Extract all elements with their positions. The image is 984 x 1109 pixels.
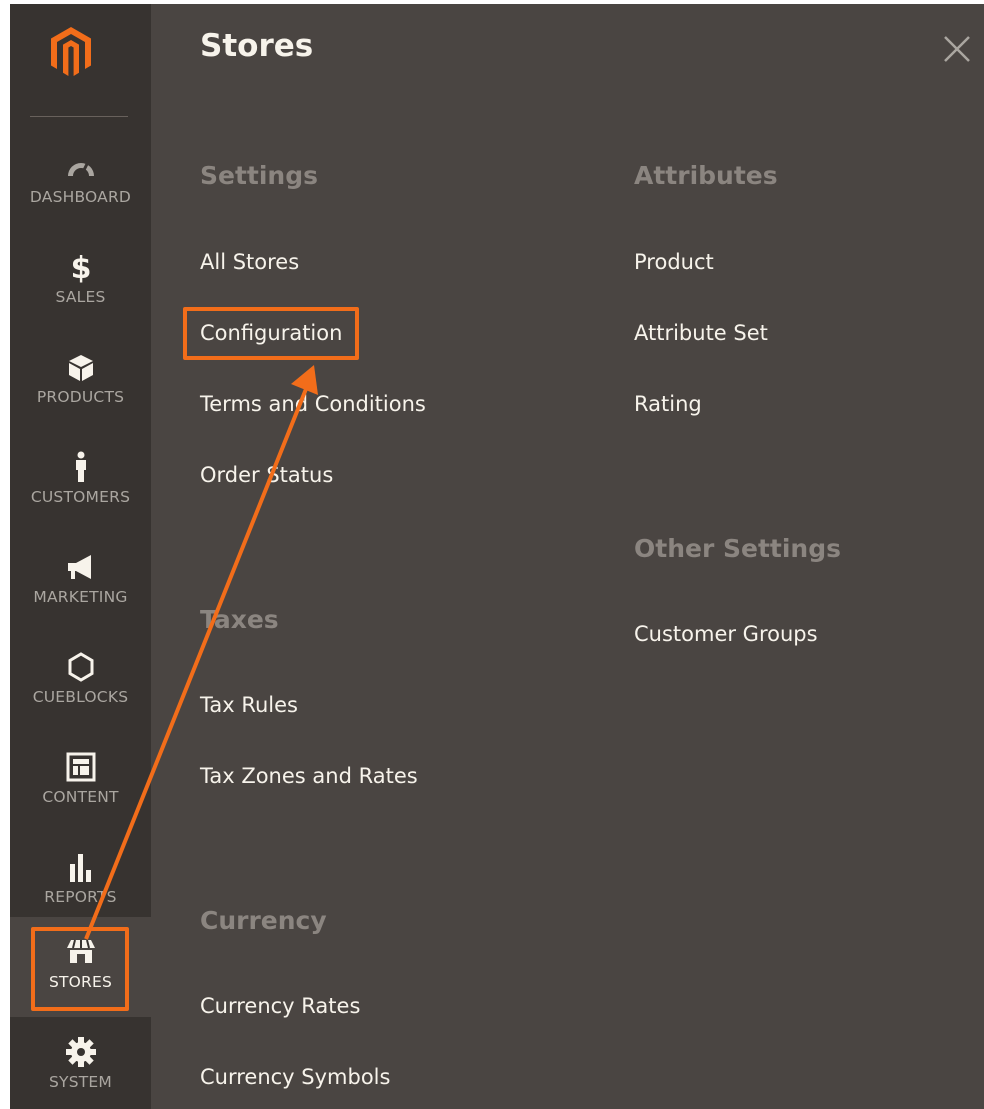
menu-link-currency-rates[interactable]: Currency Rates bbox=[200, 994, 360, 1018]
menu-link-tax-zones-and-rates[interactable]: Tax Zones and Rates bbox=[200, 764, 418, 788]
nav-label: MARKETING bbox=[33, 588, 128, 606]
nav-item-products[interactable]: PRODUCTS bbox=[10, 332, 151, 432]
gear-icon bbox=[64, 1035, 98, 1069]
menu-link-product[interactable]: Product bbox=[634, 250, 714, 274]
nav-item-sales[interactable]: $ SALES bbox=[10, 232, 151, 332]
group-title-settings: Settings bbox=[200, 161, 319, 190]
person-icon bbox=[64, 450, 98, 484]
stores-highlight-box bbox=[31, 927, 129, 1011]
nav-item-customers[interactable]: CUSTOMERS bbox=[10, 432, 151, 532]
layout-icon bbox=[64, 750, 98, 784]
menu-link-attribute-set[interactable]: Attribute Set bbox=[634, 321, 768, 345]
nav-item-system[interactable]: SYSTEM bbox=[10, 1017, 151, 1109]
nav-item-content[interactable]: CONTENT bbox=[10, 732, 151, 832]
menu-link-rating[interactable]: Rating bbox=[634, 392, 702, 416]
nav-label: CUSTOMERS bbox=[30, 488, 131, 506]
svg-text:$: $ bbox=[70, 251, 91, 284]
admin-sidebar: DASHBOARD $ SALES PRODUCTS CUSTOMERS MAR… bbox=[10, 4, 151, 1109]
panel-title: Stores bbox=[200, 28, 314, 64]
nav-item-dashboard[interactable]: DASHBOARD bbox=[10, 132, 151, 232]
group-title-taxes: Taxes bbox=[200, 605, 279, 634]
menu-link-terms-and-conditions[interactable]: Terms and Conditions bbox=[200, 392, 426, 416]
logo-divider bbox=[30, 116, 128, 117]
menu-link-all-stores[interactable]: All Stores bbox=[200, 250, 299, 274]
nav-item-cueblocks[interactable]: CUEBLOCKS bbox=[10, 632, 151, 732]
magento-logo-icon[interactable] bbox=[50, 26, 92, 78]
nav-label: REPORTS bbox=[44, 888, 117, 906]
nav-label: SALES bbox=[55, 288, 106, 306]
nav-item-marketing[interactable]: MARKETING bbox=[10, 532, 151, 632]
dollar-icon: $ bbox=[64, 250, 98, 284]
megaphone-icon bbox=[64, 550, 98, 584]
close-icon[interactable] bbox=[938, 30, 976, 68]
menu-link-customer-groups[interactable]: Customer Groups bbox=[634, 622, 818, 646]
nav-label: PRODUCTS bbox=[36, 388, 125, 406]
menu-link-tax-rules[interactable]: Tax Rules bbox=[200, 693, 298, 717]
nav-label: SYSTEM bbox=[49, 1073, 112, 1091]
group-title-currency: Currency bbox=[200, 906, 327, 935]
bar-chart-icon bbox=[64, 850, 98, 884]
admin-menu-frame: DASHBOARD $ SALES PRODUCTS CUSTOMERS MAR… bbox=[10, 4, 984, 1109]
configuration-highlight-box bbox=[183, 307, 359, 360]
hexagon-icon bbox=[64, 650, 98, 684]
group-title-other-settings: Other Settings bbox=[634, 534, 841, 563]
dashboard-icon bbox=[64, 150, 98, 184]
nav-label: DASHBOARD bbox=[29, 188, 132, 206]
cube-icon bbox=[64, 350, 98, 384]
menu-link-currency-symbols[interactable]: Currency Symbols bbox=[200, 1065, 390, 1089]
nav-label: CUEBLOCKS bbox=[32, 688, 129, 706]
group-title-attributes: Attributes bbox=[634, 161, 778, 190]
nav-label: CONTENT bbox=[42, 788, 119, 806]
menu-link-order-status[interactable]: Order Status bbox=[200, 463, 333, 487]
